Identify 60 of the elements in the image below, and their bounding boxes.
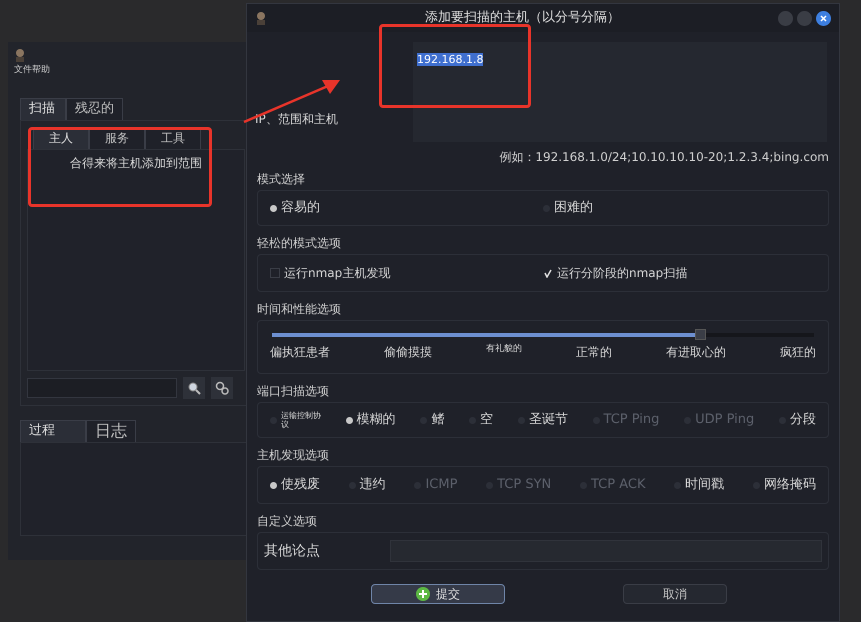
option-label: 分段: [790, 411, 816, 430]
option-label: 网络掩码: [764, 476, 816, 494]
submit-button[interactable]: 提交: [371, 584, 505, 604]
window-title: 添加要扫描的主机（以分号分隔）: [424, 9, 621, 28]
speed-label: 正常的: [576, 344, 612, 361]
option-label: 鳍: [431, 411, 444, 430]
radio-button[interactable]: [270, 482, 277, 488]
section-title: 时间和性能选项: [256, 301, 342, 318]
option-label: 使残废: [281, 476, 320, 494]
section-title: 主机发现选项: [256, 447, 330, 464]
option-label: 困难的: [554, 199, 593, 218]
option-label: 运行分阶段的nmap扫描: [557, 265, 688, 282]
plus-icon: [416, 587, 430, 601]
check-icon: [544, 268, 552, 278]
section-title: 模式选择: [256, 171, 306, 188]
option-label: TCP ACK: [591, 476, 646, 494]
section-title: 端口扫描选项: [256, 383, 330, 400]
option-label: 空: [480, 411, 494, 430]
checkbox[interactable]: [270, 268, 280, 278]
section-title: 轻松的模式选项: [256, 235, 342, 252]
close-button[interactable]: [816, 10, 831, 26]
slider-handle[interactable]: [695, 329, 706, 340]
ip-input-field[interactable]: 192.168.1.8: [413, 42, 827, 142]
cancel-button[interactable]: 取消: [623, 584, 727, 604]
ip-value: 192.168.1.8: [417, 53, 484, 66]
tab[interactable]: 残忍的: [66, 98, 123, 120]
tab[interactable]: 扫描: [20, 98, 66, 120]
option-label: 违约: [360, 476, 386, 494]
option-label: ICMP: [425, 476, 458, 494]
option-label: UDP Ping: [695, 411, 754, 430]
settings-icon: [215, 380, 229, 394]
settings-button[interactable]: [211, 376, 233, 398]
minimize-button[interactable]: [778, 10, 793, 26]
filter-field[interactable]: [27, 378, 177, 398]
speed-label: 偷偷摸摸: [384, 344, 432, 361]
tab[interactable]: 过程: [20, 420, 86, 442]
speed-label: 有进取心的: [666, 344, 726, 361]
speed-label: 有礼貌的: [486, 343, 522, 356]
example-text: 例如：192.168.1.0/24;10.10.10.10-20;1.2.3.4;bing.com: [499, 149, 829, 166]
option-label: 时间戳: [685, 476, 724, 494]
close-icon: [820, 14, 827, 22]
speed-label: 偏执狂患者: [270, 344, 330, 361]
speed-label: 疯狂的: [780, 344, 816, 361]
section-title: 自定义选项: [256, 513, 318, 530]
search-icon: [187, 380, 201, 394]
hint-text: 合得来将主机添加到范围: [70, 154, 202, 170]
option-label: 圣诞节: [528, 411, 568, 430]
option-label: TCP SYN: [497, 476, 552, 494]
field-label: 其他论点: [264, 542, 321, 560]
search-button[interactable]: [183, 376, 205, 398]
option-label: 模糊的: [356, 411, 396, 430]
app-logo-icon: [14, 48, 26, 62]
option-label: 运输控制协议: [281, 411, 321, 429]
radio-button[interactable]: [346, 416, 353, 424]
app-logo-icon: [255, 11, 267, 25]
tab[interactable]: 日志: [86, 420, 136, 442]
option-label: TCP Ping: [604, 411, 660, 430]
option-label: 运行nmap主机发现: [284, 265, 390, 282]
option-label: 容易的: [281, 199, 320, 218]
radio-button[interactable]: [270, 204, 277, 212]
